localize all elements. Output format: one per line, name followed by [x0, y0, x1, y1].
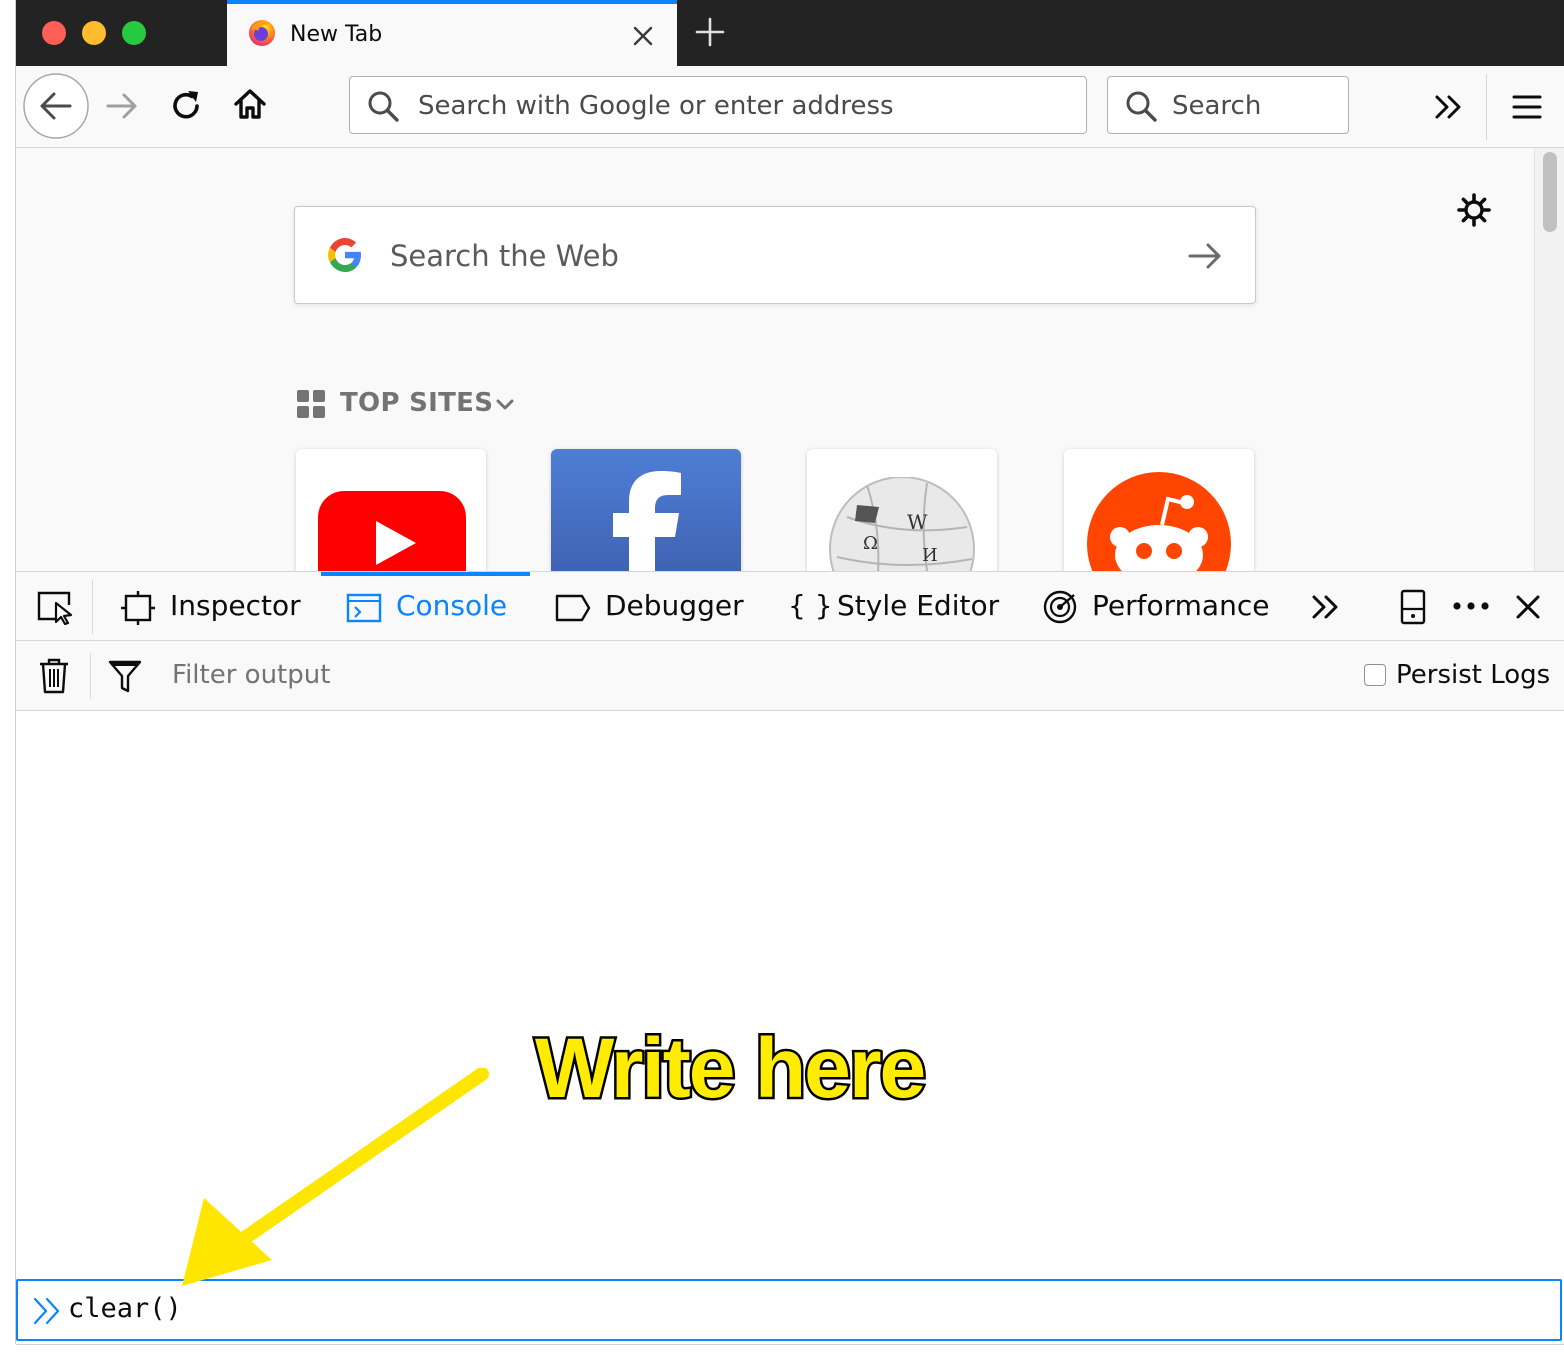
persist-logs-checkbox[interactable]	[1364, 664, 1386, 686]
tab-title: New Tab	[290, 22, 383, 47]
tab-divider	[92, 580, 93, 634]
chevron-down-icon[interactable]	[494, 394, 516, 416]
minimize-window-button[interactable]	[82, 21, 106, 45]
maximize-window-button[interactable]	[122, 21, 146, 45]
inspector-box-icon	[121, 591, 155, 625]
home-icon[interactable]	[232, 86, 268, 122]
navigation-toolbar: Search with Google or enter address Sear…	[16, 66, 1564, 148]
new-tab-plus-icon[interactable]	[694, 16, 726, 48]
close-window-button[interactable]	[42, 21, 66, 45]
more-options-ellipsis-icon[interactable]	[1452, 598, 1490, 614]
youtube-logo-icon	[318, 491, 466, 571]
filter-funnel-icon	[108, 660, 142, 693]
page-scrollbar[interactable]	[1534, 148, 1564, 571]
forward-arrow-icon[interactable]	[104, 88, 140, 124]
firefox-logo-icon	[249, 20, 275, 46]
svg-text:И: И	[922, 545, 938, 566]
reload-icon[interactable]	[168, 88, 204, 124]
web-search-box[interactable]: Search the Web	[294, 206, 1256, 304]
google-logo-icon	[328, 238, 361, 272]
style-editor-braces-icon: { }	[788, 589, 833, 622]
top-site-wikipedia[interactable]: W Ω И	[807, 449, 997, 571]
facebook-logo-icon	[613, 471, 681, 571]
console-input-text: clear()	[68, 1293, 182, 1324]
dock-side-icon[interactable]	[1398, 589, 1428, 625]
close-devtools-icon[interactable]	[1514, 593, 1542, 621]
overflow-chevron-icon[interactable]	[1432, 90, 1466, 124]
more-tools-chevron-icon[interactable]	[1310, 591, 1342, 623]
top-site-youtube[interactable]	[296, 449, 486, 571]
search-icon	[1126, 91, 1157, 122]
annotation-text: Write here	[532, 1019, 928, 1118]
console-prompt-chevron-icon	[33, 1297, 60, 1325]
performance-gauge-icon	[1043, 590, 1077, 624]
debugger-tag-icon	[555, 594, 591, 622]
top-site-reddit[interactable]	[1064, 449, 1254, 571]
hamburger-menu-icon[interactable]	[1510, 90, 1544, 124]
scrollbar-thumb[interactable]	[1543, 152, 1557, 232]
annotation-arrow-icon	[182, 1068, 489, 1286]
search-placeholder: Search	[1172, 91, 1262, 121]
top-sites-grid-icon	[297, 390, 325, 418]
top-site-facebook[interactable]	[551, 449, 741, 571]
wikipedia-globe-icon: W Ω И	[829, 477, 975, 571]
persist-logs-label: Persist Logs	[1396, 660, 1551, 690]
tab-performance-label: Performance	[1092, 589, 1270, 622]
gear-icon[interactable]	[1456, 192, 1492, 228]
svg-text:Ω: Ω	[863, 533, 878, 554]
search-submit-arrow-icon[interactable]	[1187, 238, 1223, 274]
tab-debugger-label: Debugger	[605, 589, 744, 622]
console-toolbar: Filter output Persist Logs	[16, 641, 1564, 711]
search-icon	[368, 91, 399, 122]
close-tab-icon[interactable]	[631, 24, 655, 48]
reddit-logo-icon	[1087, 472, 1231, 571]
toolbar-divider	[90, 653, 91, 699]
trash-icon[interactable]	[38, 657, 70, 695]
url-placeholder: Search with Google or enter address	[418, 91, 894, 121]
tab-style-editor-label: Style Editor	[837, 589, 1000, 622]
back-arrow-icon[interactable]	[22, 72, 90, 140]
web-search-placeholder: Search the Web	[390, 239, 619, 273]
filter-output-input[interactable]: Filter output	[172, 660, 330, 690]
element-picker-icon[interactable]	[36, 589, 74, 625]
tab-new-tab[interactable]: New Tab	[227, 0, 677, 66]
svg-text:W: W	[907, 510, 928, 534]
title-bar: New Tab	[16, 0, 1564, 66]
tab-inspector-label: Inspector	[170, 589, 301, 622]
url-bar[interactable]: Search with Google or enter address	[349, 76, 1087, 134]
devtools-tab-bar: Inspector Console Debugger { } Style Edi…	[16, 571, 1564, 641]
tab-console-label: Console	[396, 589, 508, 622]
new-tab-page: Search the Web TOP SITES W Ω И	[16, 148, 1564, 571]
toolbar-divider	[1486, 74, 1487, 140]
active-tab-indicator	[321, 572, 530, 576]
search-bar[interactable]: Search	[1107, 76, 1349, 134]
console-terminal-icon	[346, 593, 382, 623]
top-sites-heading[interactable]: TOP SITES	[340, 388, 493, 418]
